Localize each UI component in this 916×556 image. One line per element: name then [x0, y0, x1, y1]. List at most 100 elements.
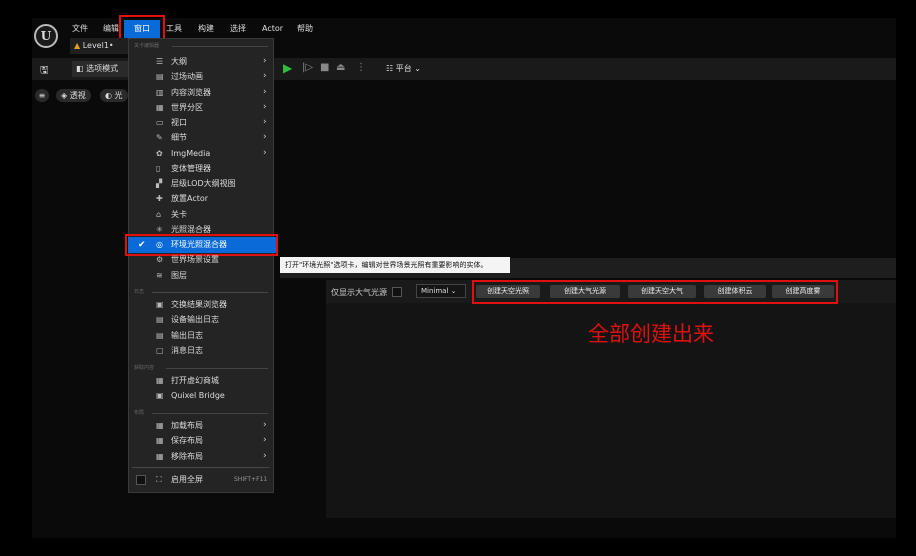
menu-item-hlod[interactable]: 层级LOD大纲视图: [171, 177, 236, 191]
chevron-right-icon: ›: [263, 132, 267, 143]
menu-item-env-light-mixer[interactable]: 环境光照混合器: [171, 238, 227, 252]
world-partition-icon: ▦: [156, 102, 164, 112]
eject-icon[interactable]: ⏏: [336, 62, 345, 73]
chevron-right-icon: ›: [263, 117, 267, 127]
variant-manager-icon: ▯: [156, 163, 161, 173]
menu-select[interactable]: 选择: [230, 22, 246, 36]
menu-help[interactable]: 帮助: [297, 22, 313, 36]
chevron-right-icon: ›: [263, 420, 267, 430]
save-icon[interactable]: 🖫: [40, 63, 49, 80]
menu-item-content-browser[interactable]: 内容浏览器: [171, 86, 211, 100]
chevron-right-icon: ›: [263, 450, 267, 461]
menu-item-layers[interactable]: 图层: [171, 269, 187, 283]
menu-item-message-log[interactable]: 消息日志: [171, 344, 203, 358]
create-sky-light-button[interactable]: 创建天空光照: [476, 285, 540, 298]
menu-item-load-layout[interactable]: 加载布局: [171, 419, 203, 433]
lighting-label: 光: [114, 91, 123, 100]
menu-item-cinematics[interactable]: 过场动画: [171, 70, 203, 84]
hlod-icon: ▞: [156, 179, 163, 188]
menu-item-results[interactable]: 交换结果浏览器: [171, 298, 227, 312]
fullscreen-label[interactable]: 启用全屏: [171, 473, 203, 487]
mode-label: 选项模式: [86, 64, 119, 73]
world-settings-icon: ⚙: [156, 255, 164, 265]
lighting-mode-button[interactable]: ◐ 光: [100, 89, 128, 102]
platforms-label: 平台: [395, 64, 412, 73]
menu-item-marketplace[interactable]: 打开虚幻商城: [171, 374, 219, 388]
menu-item-variant-manager[interactable]: 变体管理器: [171, 162, 211, 176]
menu-item-levels[interactable]: 关卡: [171, 208, 187, 222]
chevron-right-icon: ›: [263, 71, 267, 82]
remove-layout-icon: ▦: [156, 451, 164, 461]
load-layout-icon: ▦: [156, 421, 164, 430]
menu-item-world-settings[interactable]: 世界场景设置: [171, 253, 219, 267]
menu-item-imgmedia[interactable]: ImgMedia: [171, 147, 210, 161]
menu-item-save-layout[interactable]: 保存布局: [171, 434, 203, 448]
results-icon: ▣: [156, 300, 164, 309]
divider: [166, 368, 268, 369]
outline-icon: ☰: [156, 57, 164, 66]
menu-item-remove-layout[interactable]: 移除布局: [171, 450, 203, 464]
menu-edit[interactable]: 编辑: [103, 22, 119, 36]
platforms-button[interactable]: ☷ 平台 ⌄: [386, 63, 421, 74]
menu-item-viewport[interactable]: 视口: [171, 116, 187, 130]
section-log: 日志: [134, 289, 145, 295]
menu-tools[interactable]: 工具: [166, 22, 182, 36]
divider: [152, 413, 268, 414]
menu-item-place-actor[interactable]: 放置Actor: [171, 192, 208, 206]
menu-item-device-log[interactable]: 设备输出日志: [171, 313, 219, 327]
level-tab-label: Level1•: [82, 41, 114, 50]
advance-frame-icon[interactable]: |▷: [302, 62, 313, 73]
create-atmos-light-button[interactable]: 创建大气光源: [550, 285, 620, 298]
env-light-mixer-icon: ◎: [156, 240, 163, 249]
divider: [132, 467, 270, 468]
divider: [172, 46, 268, 47]
minimal-dropdown[interactable]: Minimal ⌄: [416, 284, 466, 298]
levels-icon: ⌂: [156, 209, 162, 219]
divider: [152, 292, 268, 293]
marketplace-icon: ▦: [156, 376, 164, 385]
bridge-icon: ▣: [156, 391, 164, 401]
chevron-right-icon: ›: [263, 101, 267, 112]
fullscreen-checkbox[interactable]: [136, 475, 146, 485]
place-actor-icon: ✚: [156, 194, 163, 204]
minimal-label: Minimal: [421, 287, 449, 295]
menu-actor[interactable]: Actor: [262, 22, 283, 36]
mode-icon: ◧: [76, 64, 84, 73]
chevron-right-icon: ›: [263, 435, 267, 446]
cinematics-icon: ▤: [156, 72, 164, 82]
chevron-right-icon: ›: [263, 86, 267, 97]
stop-icon[interactable]: ■: [320, 62, 329, 73]
level-icon: ▲: [74, 41, 81, 50]
create-height-fog-button[interactable]: 创建高度雾: [772, 285, 834, 298]
menu-item-outline[interactable]: 大纲: [171, 55, 187, 69]
platforms-icon: ☷: [386, 64, 394, 73]
hamburger-icon[interactable]: ≡: [35, 89, 49, 102]
checkmark-icon: ✔: [138, 240, 146, 250]
only-sky-label: 仅显示大气光源: [331, 288, 387, 297]
menu-item-bridge[interactable]: Quixel Bridge: [171, 389, 225, 403]
mode-selector[interactable]: ◧ 选项模式: [72, 61, 128, 77]
play-icon[interactable]: ▶: [283, 61, 292, 75]
layers-icon: ≋: [156, 270, 163, 280]
menu-window[interactable]: 窗口: [124, 20, 160, 38]
menu-item-world-partition[interactable]: 世界分区: [171, 101, 203, 115]
level-tab[interactable]: ▲ Level1•: [70, 38, 128, 54]
perspective-button[interactable]: ◈ 透视: [56, 89, 91, 102]
unreal-logo-icon[interactable]: U: [34, 24, 58, 48]
viewport-icon: ▭: [156, 118, 164, 127]
section-layout: 布局: [134, 410, 145, 416]
create-volumetric-cloud-button[interactable]: 创建体积云: [704, 285, 766, 298]
menu-file[interactable]: 文件: [72, 22, 88, 36]
lighting-icon: ◐: [105, 91, 112, 100]
menu-build[interactable]: 构建: [198, 22, 214, 36]
chevron-down-icon: ⌄: [414, 64, 421, 73]
menu-item-output-log[interactable]: 输出日志: [171, 329, 203, 343]
details-icon: ✎: [156, 133, 163, 143]
tooltip: 打开"环境光照"选项卡，编辑对世界场景光照有重要影响的实体。: [280, 257, 510, 273]
create-sky-atmosphere-button[interactable]: 创建天空大气: [628, 285, 696, 298]
menu-item-details[interactable]: 细节: [171, 131, 187, 145]
more-options-icon[interactable]: ⋮: [356, 62, 366, 73]
chevron-right-icon: ›: [263, 56, 267, 66]
only-sky-checkbox[interactable]: [392, 287, 402, 297]
menu-item-light-mixer[interactable]: 光照混合器: [171, 223, 211, 237]
